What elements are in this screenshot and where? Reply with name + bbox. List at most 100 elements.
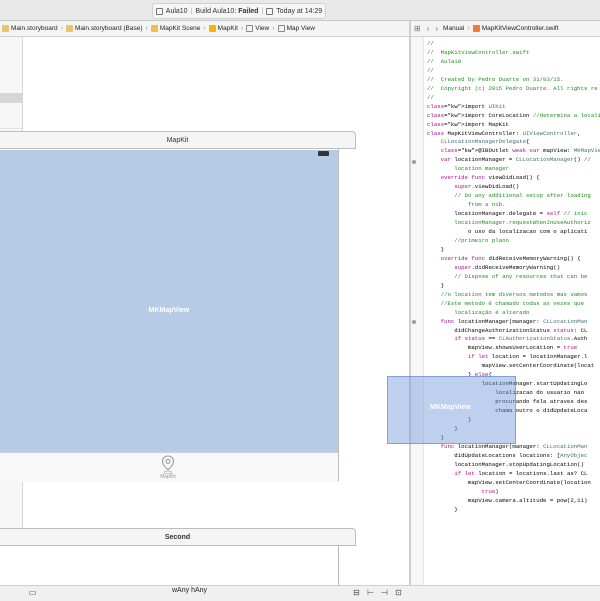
code-line: // Do any additional setup after loading	[427, 192, 591, 200]
view-controller-icon	[208, 25, 216, 32]
crumb-label: Main.storyboard	[11, 25, 58, 32]
crumb-label: MapKitViewController.swift	[481, 25, 559, 32]
code-line: // Copyright (c) 2015 Pedro Duarte. All …	[427, 84, 598, 92]
crumb-controller[interactable]: MapKit	[207, 25, 240, 32]
code-line: locationManager.stopUpdatingLocation()	[427, 460, 585, 468]
scene-title: MapKit	[166, 136, 189, 144]
code-line: didChangeAuthorizationStatus status: CL	[427, 326, 588, 334]
crumb-storyboard-base[interactable]: Main.storyboard (Base)	[64, 25, 145, 32]
code-line: // Dispose of any resources that can be	[427, 272, 588, 280]
activity-status: Aula10 | Build Aula10: Failed | Today at…	[152, 3, 326, 19]
outline-selected-row[interactable]	[0, 93, 22, 103]
gutter-marker	[412, 320, 416, 324]
view-icon	[277, 25, 285, 32]
forward-button[interactable]: ›	[432, 24, 441, 33]
resolve-icon[interactable]: ⊣	[380, 588, 389, 597]
crumb-scene[interactable]: MapKit Scene	[149, 25, 202, 32]
map-view-label: MKMapView	[148, 307, 190, 314]
code-line: //primeiro plano	[427, 236, 509, 244]
resizing-icon[interactable]: ⊡	[394, 588, 403, 597]
code-line: didUpdateLocations locations: [AnyObjec	[427, 451, 588, 459]
scene-icon	[150, 25, 158, 32]
code-line: locationManager.requestWhenInUseAuthoriz	[427, 219, 591, 227]
crumb-label: MapKit Scene	[159, 25, 201, 32]
size-class-control[interactable]: wAny hAny	[172, 587, 207, 594]
code-line: super.viewDidLoad()	[454, 183, 520, 191]
code-line: }	[427, 281, 445, 289]
code-line: //o location tem diversos metodos mas va…	[427, 290, 588, 298]
crumb-label: Main.storyboard (Base)	[74, 25, 143, 32]
code-line: func locationManager(manager: CLLocation…	[440, 442, 588, 450]
code-line: true)	[481, 487, 499, 495]
crumb-swift-file[interactable]: MapKitViewController.swift	[471, 25, 561, 32]
battery-icon	[318, 151, 329, 156]
crumb-storyboard[interactable]: Main.storyboard	[0, 25, 60, 32]
outline-toggle-icon[interactable]: ▭	[28, 588, 37, 597]
size-class-width: wAny	[172, 587, 190, 594]
swift-file-icon	[472, 25, 480, 32]
map-pin-icon[interactable]	[161, 455, 175, 475]
crumb-manual[interactable]: Manual	[441, 25, 466, 32]
code-line: }	[427, 505, 458, 513]
crumb-label: MapKit	[217, 25, 238, 32]
code-line: CLLocationManagerDelegate{	[440, 138, 530, 146]
code-line: func locationManager(manager: CLLocation…	[440, 317, 588, 325]
code-line: //Este metodo é chamado todas as vezes q…	[427, 299, 585, 307]
scene-title-bar[interactable]: Second	[0, 528, 356, 546]
editor-gutter	[411, 37, 424, 585]
code-line: // MapKitViewController.swift	[427, 48, 530, 56]
crumb-mapview[interactable]: Map View	[276, 25, 317, 32]
code-line: location manager	[427, 165, 509, 173]
code-line: mapView.camera.altitude = pow(2,11)	[427, 496, 588, 504]
code-line: mapView.setCenterCoordinate(location	[427, 478, 591, 486]
code-line: class="kw">import MapKit	[427, 120, 509, 128]
scene-title: Second	[164, 533, 191, 541]
status-project: Aula10	[165, 7, 188, 15]
status-build-result: Failed	[238, 7, 259, 15]
storyboard-icon	[65, 25, 73, 32]
code-line: //	[427, 66, 434, 74]
code-line: localização é alterado	[427, 308, 530, 316]
size-class-height: hAny	[191, 587, 208, 594]
crumb-label: Map View	[286, 25, 315, 32]
storyboard-icon	[2, 25, 9, 32]
code-line: override func viewDidLoad() {	[440, 174, 540, 182]
jump-bar-editor: ⊞ ‹ › Manual › MapKitViewController.swif…	[411, 21, 600, 37]
back-button[interactable]: ‹	[424, 24, 433, 33]
view-icon	[246, 25, 254, 32]
align-icon[interactable]: ⊟	[352, 588, 361, 597]
code-line: var locationManager = CLLocationManager(…	[440, 156, 591, 164]
code-line: class="kw">@IBOutlet weak var mapView: M…	[440, 147, 600, 155]
bottom-bar	[0, 585, 600, 601]
status-build-prefix: Build Aula10:	[195, 7, 239, 15]
pin-icon[interactable]: ⊢	[366, 588, 375, 597]
outlet-connection-dot[interactable]	[412, 160, 416, 164]
code-line: class="kw">import UIKit	[427, 102, 506, 110]
scene-view[interactable]	[0, 546, 339, 586]
map-view[interactable]	[0, 150, 338, 452]
code-line: class="kw">import CoreLocation //determi…	[427, 111, 600, 119]
related-items-icon[interactable]: ⊞	[411, 24, 424, 33]
code-line: if let location = locations.last as? CL	[454, 469, 588, 477]
crumb-view[interactable]: View	[244, 25, 271, 32]
code-line: //	[427, 93, 434, 101]
status-separator: |	[190, 7, 193, 15]
code-line: class MapKitViewController: UIViewContro…	[427, 129, 581, 137]
code-line: // Created by Pedro Duarte on 31/03/15.	[427, 75, 564, 83]
crumb-label: View	[255, 25, 270, 32]
project-icon	[155, 7, 163, 15]
code-line: //	[427, 40, 434, 47]
status-separator-2: |	[261, 7, 264, 15]
outline-divider	[0, 128, 22, 129]
clock-icon	[266, 7, 274, 15]
tab-item-label: MapKit	[160, 474, 176, 480]
code-line: o uso da localizacao com o aplicati	[427, 228, 588, 236]
status-time: Today at 14:29	[276, 7, 323, 15]
drag-ghost-label: MKMapView	[430, 404, 471, 411]
code-line: super.didReceiveMemoryWarning()	[454, 263, 561, 271]
code-line: mapView.setCenterCoordinate(locat	[427, 362, 595, 370]
jump-bar-canvas: Main.storyboard › Main.storyboard (Base)…	[0, 21, 410, 37]
code-line: if let location = locationManager.l	[467, 353, 588, 361]
code-line: override func didReceiveMemoryWarning() …	[440, 254, 581, 262]
scene-title-bar[interactable]: MapKit	[0, 131, 356, 149]
